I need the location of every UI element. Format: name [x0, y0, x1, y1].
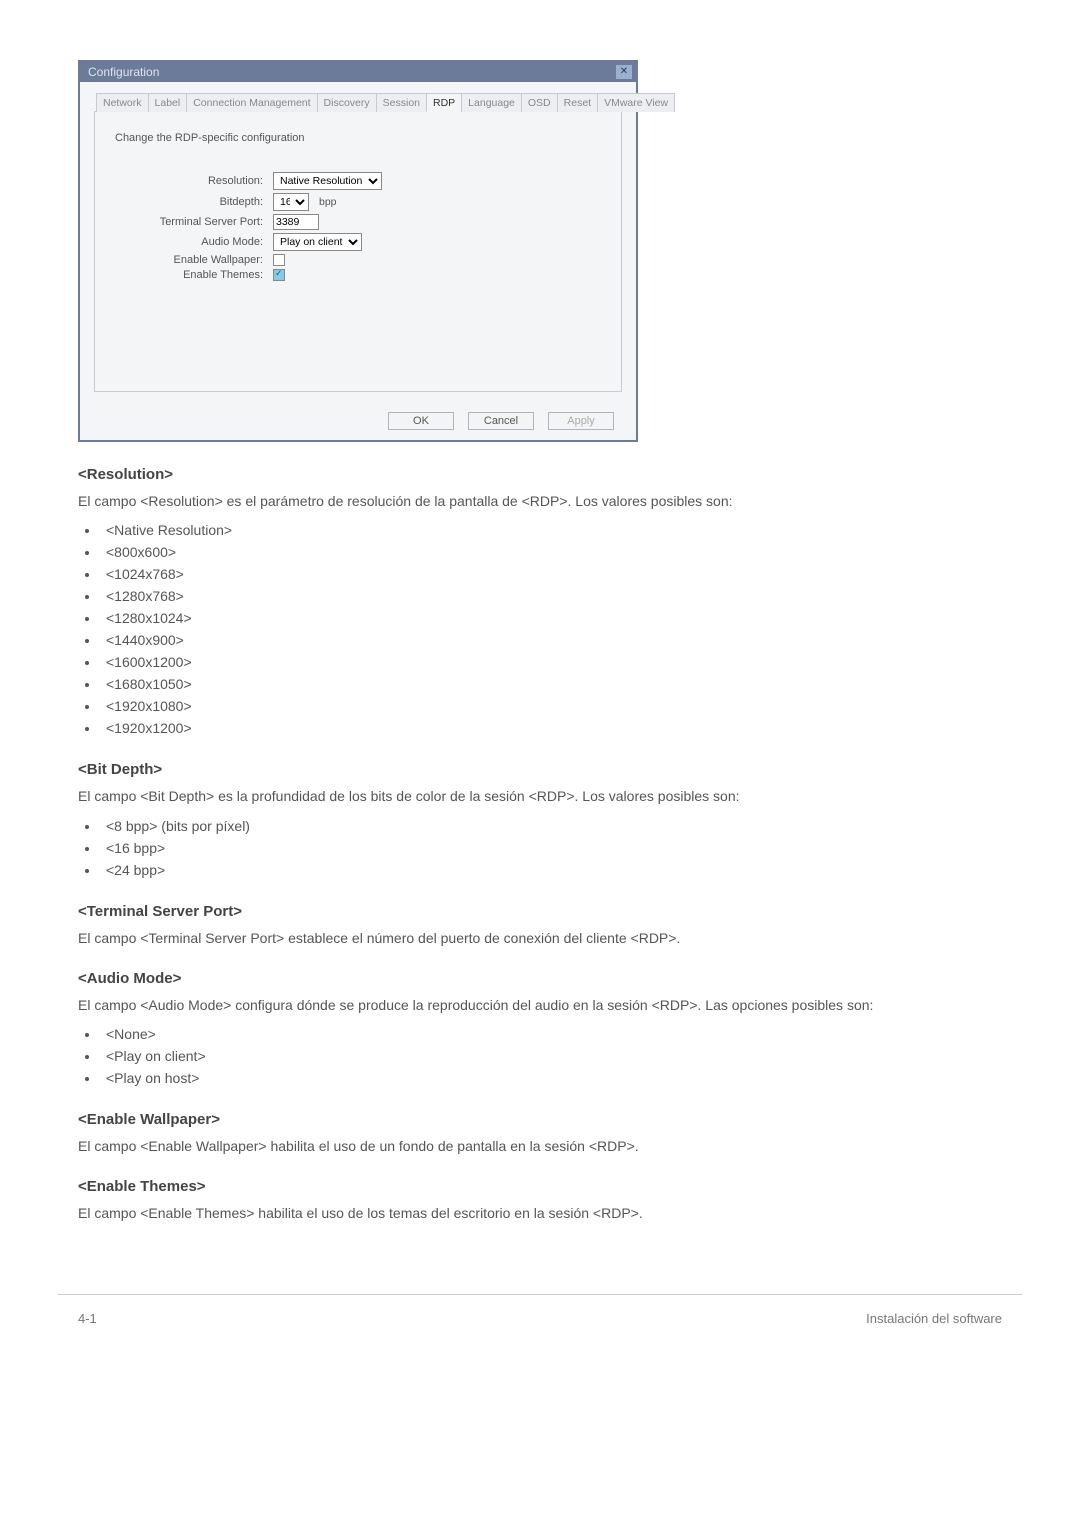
footer-left: 4-1 — [78, 1311, 97, 1326]
dialog-titlebar: Configuration ✕ — [80, 62, 636, 82]
footer-right: Instalación del software — [866, 1311, 1002, 1326]
tab-content-rdp: Change the RDP-specific configuration Re… — [94, 112, 622, 392]
list-item: <1440x900> — [100, 629, 1002, 651]
row-bitdepth: Bitdepth: 16 bpp — [113, 193, 603, 211]
configuration-dialog: Configuration ✕ Network Label Connection… — [78, 60, 638, 442]
port-input[interactable] — [273, 214, 319, 230]
heading-port: <Terminal Server Port> — [78, 903, 1002, 920]
close-icon[interactable]: ✕ — [616, 65, 632, 79]
row-audio: Audio Mode: Play on client — [113, 233, 603, 251]
tab-language[interactable]: Language — [461, 93, 522, 112]
text-audio: El campo <Audio Mode> configura dónde se… — [78, 995, 1002, 1015]
tab-label[interactable]: Label — [148, 93, 188, 112]
bitdepth-unit: bpp — [319, 196, 337, 208]
ok-button[interactable]: OK — [388, 412, 454, 430]
text-resolution: El campo <Resolution> es el parámetro de… — [78, 491, 1002, 511]
list-item: <8 bpp> (bits por píxel) — [100, 815, 1002, 837]
dialog-body: Network Label Connection Management Disc… — [80, 82, 636, 402]
tab-reset[interactable]: Reset — [557, 93, 598, 112]
list-item: <1280x768> — [100, 585, 1002, 607]
row-port: Terminal Server Port: — [113, 214, 603, 230]
list-resolution: <Native Resolution> <800x600> <1024x768>… — [78, 519, 1002, 739]
tab-osd[interactable]: OSD — [521, 93, 558, 112]
cancel-button[interactable]: Cancel — [468, 412, 534, 430]
list-audio: <None> <Play on client> <Play on host> — [78, 1023, 1002, 1089]
label-port: Terminal Server Port: — [113, 216, 273, 228]
label-wallpaper: Enable Wallpaper: — [113, 254, 273, 266]
audio-select[interactable]: Play on client — [273, 233, 362, 251]
resolution-select[interactable]: Native Resolution — [273, 172, 382, 190]
row-resolution: Resolution: Native Resolution — [113, 172, 603, 190]
dialog-footer: OK Cancel Apply — [80, 402, 636, 440]
label-bitdepth: Bitdepth: — [113, 196, 273, 208]
text-bitdepth: El campo <Bit Depth> es la profundidad d… — [78, 786, 1002, 806]
list-item: <Native Resolution> — [100, 519, 1002, 541]
text-wallpaper: El campo <Enable Wallpaper> habilita el … — [78, 1136, 1002, 1156]
list-item: <Play on host> — [100, 1067, 1002, 1089]
bitdepth-select[interactable]: 16 — [273, 193, 309, 211]
row-themes: Enable Themes: — [113, 269, 603, 281]
wallpaper-checkbox[interactable] — [273, 254, 285, 266]
label-audio: Audio Mode: — [113, 236, 273, 248]
list-item: <1920x1200> — [100, 717, 1002, 739]
list-bitdepth: <8 bpp> (bits por píxel) <16 bpp> <24 bp… — [78, 815, 1002, 881]
text-port: El campo <Terminal Server Port> establec… — [78, 928, 1002, 948]
tab-discovery[interactable]: Discovery — [317, 93, 377, 112]
list-item: <Play on client> — [100, 1045, 1002, 1067]
heading-audio: <Audio Mode> — [78, 970, 1002, 987]
tab-vmware-view[interactable]: VMware View — [597, 93, 675, 112]
tab-intro: Change the RDP-specific configuration — [115, 132, 603, 144]
list-item: <1600x1200> — [100, 651, 1002, 673]
heading-resolution: <Resolution> — [78, 466, 1002, 483]
tab-connection-management[interactable]: Connection Management — [186, 93, 317, 112]
apply-button[interactable]: Apply — [548, 412, 614, 430]
tab-rdp[interactable]: RDP — [426, 93, 462, 112]
list-item: <24 bpp> — [100, 859, 1002, 881]
tabs: Network Label Connection Management Disc… — [94, 92, 622, 112]
themes-checkbox[interactable] — [273, 269, 285, 281]
dialog-title: Configuration — [88, 65, 159, 79]
text-themes: El campo <Enable Themes> habilita el uso… — [78, 1203, 1002, 1223]
heading-bitdepth: <Bit Depth> — [78, 761, 1002, 778]
list-item: <1024x768> — [100, 563, 1002, 585]
tab-session[interactable]: Session — [376, 93, 427, 112]
label-resolution: Resolution: — [113, 175, 273, 187]
page-footer: 4-1 Instalación del software — [58, 1294, 1022, 1356]
list-item: <16 bpp> — [100, 837, 1002, 859]
label-themes: Enable Themes: — [113, 269, 273, 281]
list-item: <None> — [100, 1023, 1002, 1045]
list-item: <1680x1050> — [100, 673, 1002, 695]
tab-network[interactable]: Network — [96, 93, 149, 112]
page: Configuration ✕ Network Label Connection… — [0, 0, 1080, 1224]
list-item: <800x600> — [100, 541, 1002, 563]
heading-wallpaper: <Enable Wallpaper> — [78, 1111, 1002, 1128]
heading-themes: <Enable Themes> — [78, 1178, 1002, 1195]
list-item: <1920x1080> — [100, 695, 1002, 717]
list-item: <1280x1024> — [100, 607, 1002, 629]
row-wallpaper: Enable Wallpaper: — [113, 254, 603, 266]
